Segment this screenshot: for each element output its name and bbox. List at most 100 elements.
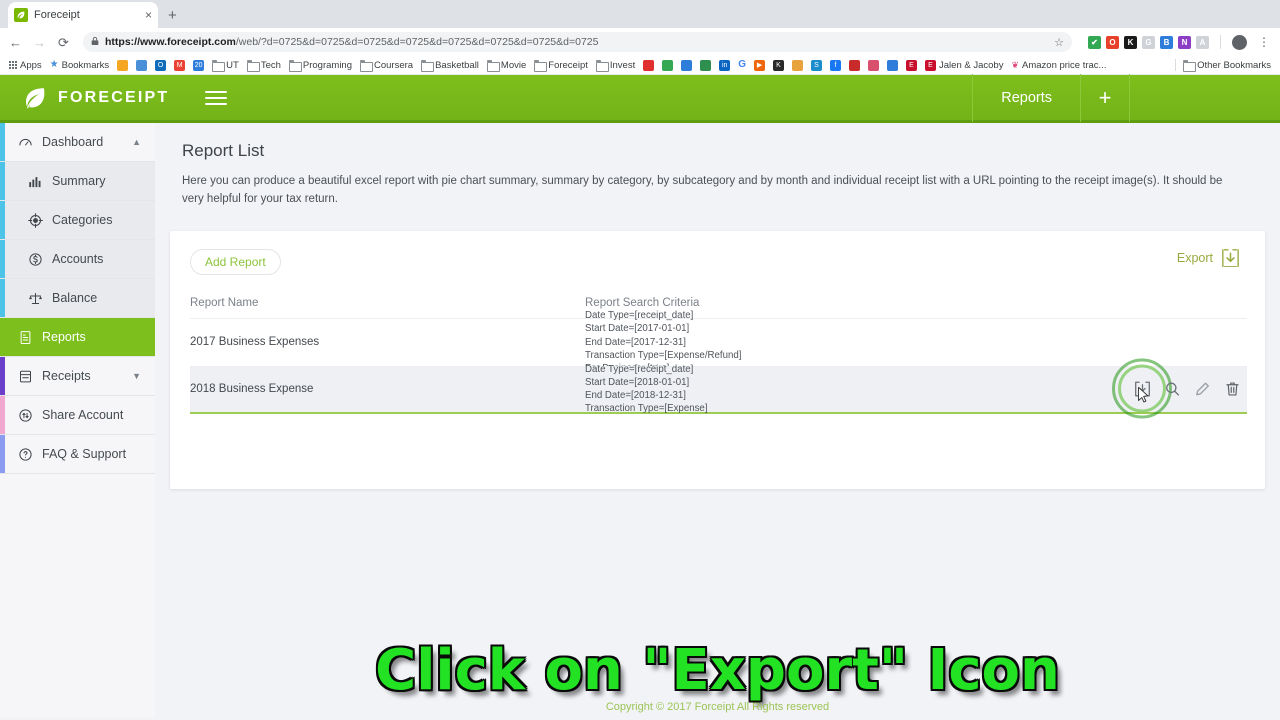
add-button[interactable]: +	[1080, 73, 1130, 122]
bm-icon-9[interactable]	[846, 59, 863, 71]
g-extension-icon[interactable]: G	[1142, 35, 1155, 49]
new-tab-button[interactable]: +	[168, 8, 177, 28]
bm-calendar-icon[interactable]: 20	[190, 59, 207, 71]
export-label: Export	[1176, 250, 1213, 265]
bm-icon-7[interactable]	[789, 59, 806, 71]
bm-google-icon[interactable]: G	[735, 60, 749, 70]
app-body: Dashboard ▲ Summary Categories Accounts Balan…	[0, 123, 1280, 718]
bm-icon-10[interactable]	[865, 59, 882, 71]
sidebar-item-summary[interactable]: Summary	[0, 162, 155, 201]
sidebar-item-reports[interactable]: Reports	[0, 318, 155, 357]
bm-icon-2[interactable]	[133, 59, 150, 71]
bm-facebook-icon: f	[830, 59, 842, 71]
chevron-down-icon[interactable]: ▼	[132, 371, 141, 381]
app-header: FORECEIPT Reports +	[0, 73, 1280, 123]
bookmark-label: UT	[226, 59, 239, 71]
report-name-cell: 2017 Business Expenses	[190, 336, 320, 349]
bm-linkedin-icon[interactable]: in	[716, 59, 733, 71]
bm-icon-9	[849, 59, 861, 71]
bm-facebook-icon[interactable]: f	[827, 59, 844, 71]
overlay-line-2: to Download the Report	[155, 715, 1280, 718]
dollar-circle-icon	[28, 252, 43, 267]
bm-folder-tech[interactable]: Tech	[244, 60, 284, 72]
sidebar-accent-bar	[0, 162, 5, 200]
sidebar-item-faq-support[interactable]: FAQ & Support	[0, 435, 155, 474]
bm-icon-6[interactable]: K	[770, 59, 787, 71]
bm-folder-ut[interactable]: UT	[209, 59, 242, 72]
bm-icon-5[interactable]: ▶	[751, 59, 768, 71]
bm-folder-programing[interactable]: Programing	[286, 60, 355, 72]
overlay-line-1: Click on "Export" Icon	[375, 638, 1060, 703]
card-toolbar: Add Report Export	[190, 248, 1247, 275]
bookmark-star-icon[interactable]: ☆	[1054, 36, 1064, 49]
other-bookmarks-folder[interactable]: Other Bookmarks	[1180, 60, 1274, 72]
sidebar-item-receipts[interactable]: Receipts ▼	[0, 357, 155, 396]
download-icon	[1222, 248, 1239, 268]
sidebar-item-categories[interactable]: Categories	[0, 201, 155, 240]
delete-report-icon[interactable]	[1224, 381, 1241, 398]
bm-folder-invest[interactable]: Invest	[593, 59, 638, 72]
bar-chart-icon	[28, 174, 43, 189]
bm-folder-basketball[interactable]: Basketball	[418, 60, 482, 72]
table-row[interactable]: 2018 Business Expense Date Type=[receipt_…	[190, 358, 1247, 419]
bookmark-label: Invest	[609, 59, 636, 71]
download-report-icon[interactable]	[1112, 358, 1172, 419]
search-report-icon[interactable]	[1164, 381, 1181, 398]
bm-folder-movie[interactable]: Movie	[484, 59, 529, 72]
bm-jalen-jacoby[interactable]: E Jalen & Jacoby	[922, 59, 1006, 71]
b-extension-icon[interactable]: B	[1160, 35, 1173, 49]
n-extension-icon[interactable]: N	[1178, 35, 1191, 49]
reload-icon[interactable]: ⟳	[56, 36, 71, 49]
chevron-up-icon[interactable]: ▲	[132, 137, 141, 147]
header-reports-label[interactable]: Reports	[972, 73, 1080, 122]
table-row[interactable]: 2017 Business Expenses Date Type=[receipt…	[190, 310, 1247, 374]
url-host: https://www.foreceipt.com	[105, 36, 236, 48]
brand[interactable]: FORECEIPT	[0, 85, 228, 111]
sidebar-item-dashboard[interactable]: Dashboard ▲	[0, 123, 155, 162]
sidebar-item-accounts[interactable]: Accounts	[0, 240, 155, 279]
bm-outlook-icon[interactable]: O	[152, 59, 169, 71]
apps-grid-icon[interactable]: Apps	[6, 60, 45, 71]
k-extension-icon[interactable]: K	[1124, 35, 1137, 49]
bm-icon-1[interactable]	[114, 59, 131, 71]
hamburger-icon[interactable]	[205, 90, 228, 105]
browser-tab[interactable]: Foreceipt ×	[8, 2, 158, 28]
address-bar[interactable]: https://www.foreceipt.com/web/?d=0725&d=…	[83, 32, 1072, 52]
bm-icon-8[interactable]: S	[808, 59, 825, 71]
bookmark-label: Movie	[500, 59, 527, 71]
bm-folder-foreceipt[interactable]: Foreceipt	[531, 60, 591, 72]
mouse-cursor	[1136, 387, 1151, 405]
page-description: Here you can produce a beautiful excel r…	[182, 175, 1223, 205]
back-icon[interactable]: ←	[8, 36, 23, 49]
export-button[interactable]: Export	[1176, 248, 1247, 268]
shield-extension-icon[interactable]: ✔	[1088, 35, 1101, 49]
footer-copyright: Copyright © 2017 Forceipt All Rights res…	[605, 701, 830, 713]
sidebar-item-share-account[interactable]: Share Account	[0, 396, 155, 435]
bookmarks-star[interactable]: ★ Bookmarks	[47, 60, 112, 71]
avatar[interactable]	[1232, 34, 1247, 50]
bm-youtube-icon[interactable]	[640, 59, 657, 71]
bm-icon-3[interactable]	[678, 59, 695, 71]
sidebar-item-balance[interactable]: Balance	[0, 279, 155, 318]
bm-sheets-icon[interactable]	[659, 59, 676, 71]
sidebar-item-label: Categories	[52, 213, 113, 227]
receipt-icon	[18, 369, 33, 384]
bm-icon-12[interactable]: E	[903, 59, 920, 71]
bm-gmail-icon[interactable]: M	[171, 59, 188, 71]
add-report-button[interactable]: Add Report	[190, 248, 281, 275]
bm-linkedin-icon: in	[719, 59, 731, 71]
opera-extension-icon[interactable]: O	[1106, 35, 1119, 49]
close-icon[interactable]: ×	[145, 9, 152, 21]
bm-amazon-price-tracker[interactable]: ❦ Amazon price trac...	[1008, 60, 1109, 71]
bm-sheets-icon	[662, 59, 674, 71]
forward-icon[interactable]: →	[32, 36, 47, 49]
bm-icon-4[interactable]	[697, 59, 714, 71]
edit-report-icon[interactable]	[1194, 381, 1211, 398]
tab-strip: Foreceipt × +	[0, 0, 1280, 28]
leaf-logo	[22, 85, 48, 111]
browser-menu-icon[interactable]: ⋮	[1256, 36, 1272, 48]
speedometer-icon	[18, 135, 33, 150]
a-extension-icon[interactable]: A	[1196, 35, 1209, 49]
bm-folder-coursera[interactable]: Coursera	[357, 60, 416, 72]
bm-icon-11[interactable]	[884, 59, 901, 71]
